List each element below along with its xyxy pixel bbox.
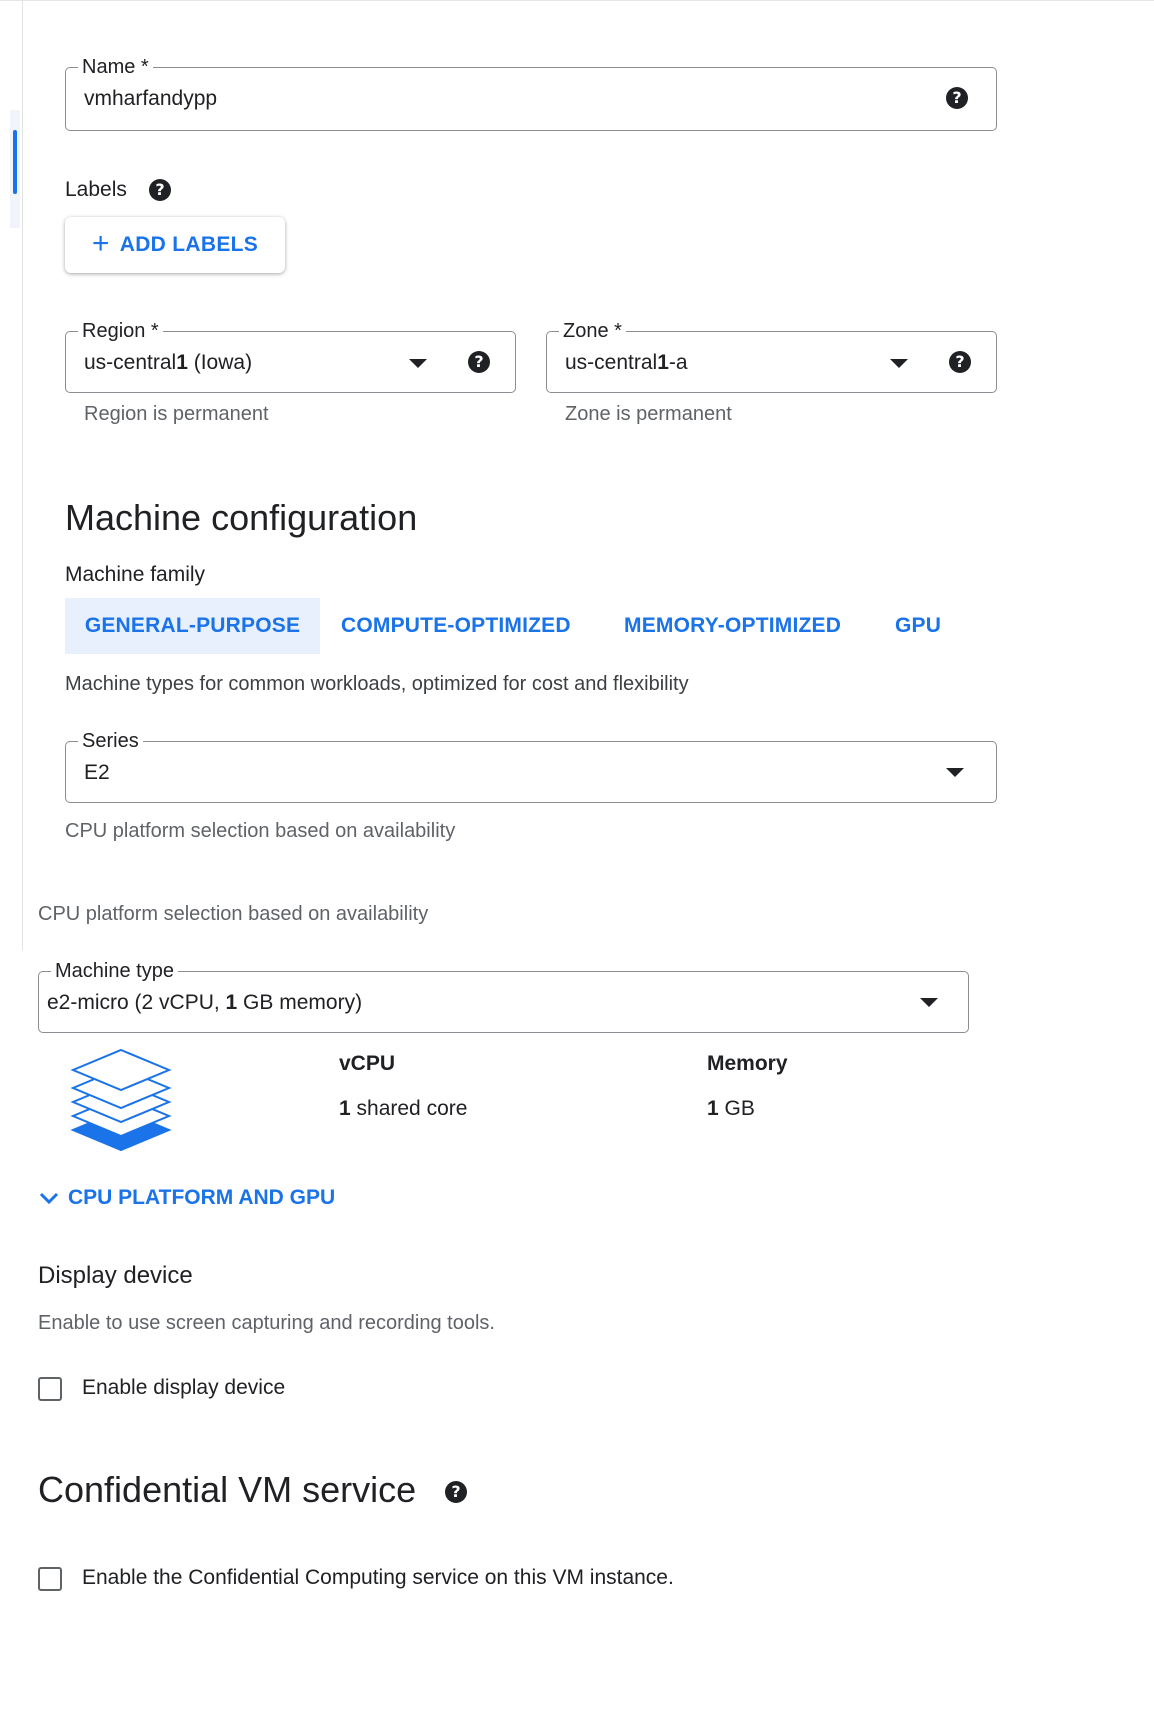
- machine-type-select[interactable]: Machine type e2-micro (2 vCPU, 1 GB memo…: [38, 960, 969, 1033]
- region-hint: Region is permanent: [84, 403, 269, 425]
- tab-gpu[interactable]: GPU: [895, 598, 941, 654]
- help-circle-icon[interactable]: ?: [149, 179, 171, 201]
- series-label: Series: [78, 730, 143, 752]
- machine-type-value: e2-micro (2 vCPU, 1 GB memory): [47, 991, 363, 1014]
- help-circle-icon[interactable]: ?: [946, 87, 968, 109]
- memory-value: 1 GB: [707, 1097, 755, 1120]
- help-circle-icon[interactable]: ?: [949, 351, 971, 373]
- chevron-down-icon: [39, 1192, 59, 1205]
- machine-type-label: Machine type: [51, 960, 178, 982]
- cpu-platform-gpu-expand[interactable]: CPU PLATFORM AND GPU: [38, 1186, 335, 1210]
- zone-label: Zone *: [559, 320, 626, 342]
- zone-hint: Zone is permanent: [565, 403, 732, 425]
- machine-family-description: Machine types for common workloads, opti…: [65, 673, 689, 695]
- machine-family-label: Machine family: [65, 563, 206, 586]
- left-divider: [22, 0, 23, 950]
- zone-select[interactable]: Zone * us-central1-a ?: [546, 320, 997, 393]
- plus-icon: +: [91, 226, 110, 260]
- top-divider: [0, 0, 1154, 1]
- cpu-platform-hint-repeat: CPU platform selection based on availabi…: [38, 903, 429, 925]
- enable-display-device-checkbox[interactable]: [38, 1377, 62, 1401]
- caret-down-icon[interactable]: [890, 359, 908, 368]
- region-select[interactable]: Region * us-central1 (Iowa) ?: [65, 320, 516, 393]
- enable-confidential-computing-label[interactable]: Enable the Confidential Computing servic…: [82, 1566, 674, 1590]
- series-select[interactable]: Series E2: [65, 730, 997, 803]
- display-device-description: Enable to use screen capturing and recor…: [38, 1312, 495, 1334]
- machine-configuration-title: Machine configuration: [65, 497, 418, 538]
- vcpu-value: 1 shared core: [339, 1097, 468, 1120]
- tab-memory-optimized[interactable]: MEMORY-OPTIMIZED: [624, 598, 841, 654]
- add-labels-button[interactable]: + ADD LABELS: [65, 217, 285, 273]
- help-circle-icon[interactable]: ?: [445, 1481, 467, 1503]
- caret-down-icon[interactable]: [946, 768, 964, 777]
- confidential-vm-title: Confidential VM service: [38, 1469, 417, 1510]
- series-value: E2: [84, 761, 110, 784]
- add-labels-label: ADD LABELS: [119, 233, 259, 256]
- name-input-value[interactable]: vmharfandypp: [84, 86, 217, 112]
- tab-general-purpose[interactable]: GENERAL-PURPOSE: [65, 598, 320, 654]
- enable-display-device-label[interactable]: Enable display device: [82, 1376, 285, 1400]
- caret-down-icon[interactable]: [409, 359, 427, 368]
- memory-label: Memory: [707, 1052, 788, 1075]
- region-value: us-central1 (Iowa): [84, 351, 253, 374]
- display-device-title: Display device: [38, 1262, 193, 1289]
- cpu-platform-hint: CPU platform selection based on availabi…: [65, 820, 456, 842]
- enable-confidential-computing-checkbox[interactable]: [38, 1567, 62, 1591]
- zone-value: us-central1-a: [565, 351, 688, 374]
- vcpu-label: vCPU: [339, 1052, 396, 1075]
- caret-down-icon[interactable]: [920, 998, 938, 1007]
- name-field-label: Name *: [78, 56, 153, 78]
- name-field[interactable]: Name * vmharfandypp ?: [65, 56, 997, 131]
- help-circle-icon[interactable]: ?: [468, 351, 490, 373]
- tab-compute-optimized[interactable]: COMPUTE-OPTIMIZED: [341, 598, 571, 654]
- region-label: Region *: [78, 320, 163, 342]
- left-nav-active-indicator[interactable]: [13, 130, 17, 194]
- labels-title: Labels: [65, 178, 127, 201]
- layers-stack-icon: [70, 1048, 172, 1152]
